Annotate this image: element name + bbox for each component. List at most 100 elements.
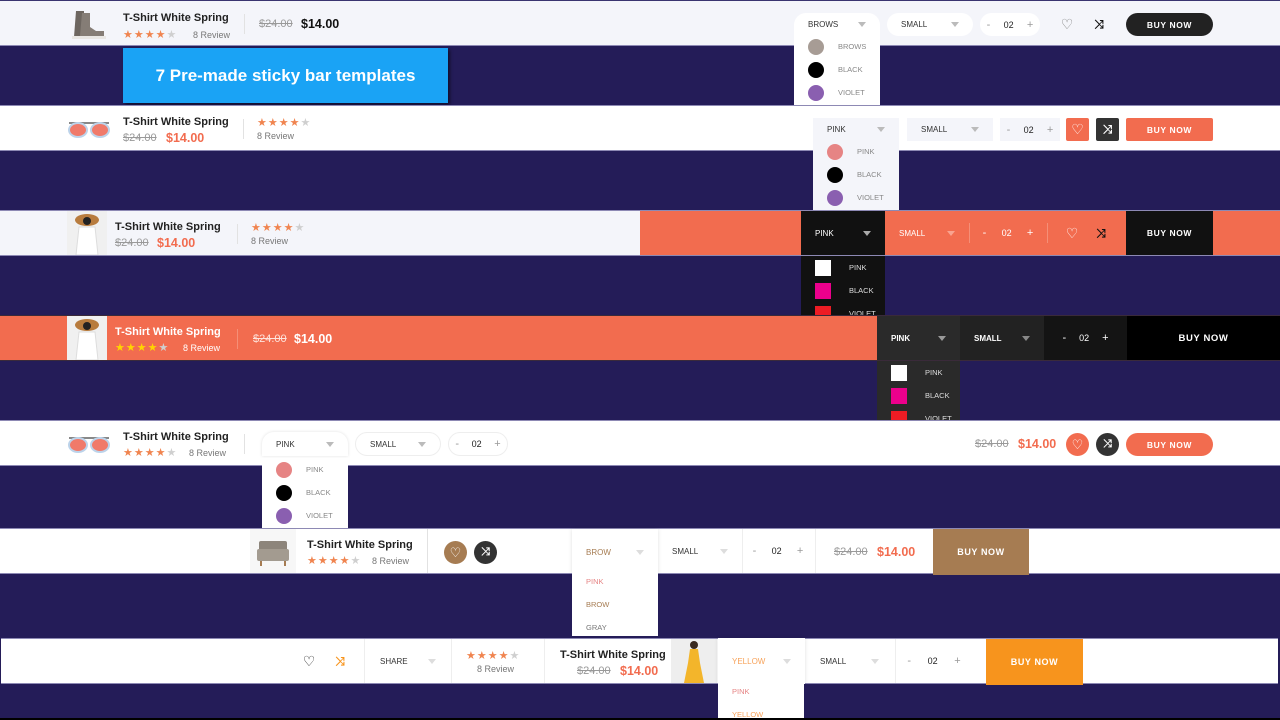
review-count[interactable]: 8 Review xyxy=(193,30,230,40)
minus-button[interactable]: - xyxy=(1062,332,1066,344)
minus-button[interactable]: - xyxy=(455,438,459,450)
color-select[interactable]: BROW xyxy=(572,529,658,575)
buy-now-button[interactable]: BUY NOW xyxy=(1126,211,1213,255)
share-select[interactable]: SHARE xyxy=(366,639,450,683)
compare-button[interactable]: ⤨ xyxy=(1090,15,1108,33)
product-title: T-Shirt White Spring xyxy=(115,221,221,233)
review-count[interactable]: 8 Review xyxy=(183,343,220,353)
sale-price: $14.00 xyxy=(294,332,333,346)
chevron-down-icon xyxy=(326,441,334,447)
color-option[interactable]: PINK xyxy=(813,140,899,163)
review-count[interactable]: 8 Review xyxy=(251,236,288,246)
color-dropdown-menu: BROWS BLACK VIOLET xyxy=(794,35,880,105)
compare-button[interactable]: ⤨ xyxy=(1091,223,1111,243)
buy-now-button[interactable]: BUY NOW xyxy=(1126,433,1213,456)
divider xyxy=(1047,223,1048,243)
compare-button[interactable]: ⤨ xyxy=(331,652,349,670)
minus-button[interactable]: - xyxy=(753,545,757,557)
color-option[interactable]: PINK xyxy=(572,570,658,593)
quantity-value[interactable]: 02 xyxy=(472,439,482,449)
wishlist-button[interactable]: ♡ xyxy=(1062,223,1082,243)
divider xyxy=(244,434,245,454)
review-count[interactable]: 8 Review xyxy=(189,448,226,458)
color-select[interactable]: PINK xyxy=(801,211,885,255)
color-select[interactable]: YELLOW xyxy=(718,638,805,684)
color-option[interactable]: PINK xyxy=(262,458,348,481)
review-count[interactable]: 8 Review xyxy=(372,556,409,566)
review-count[interactable]: 8 Review xyxy=(257,131,294,141)
product-thumbnail-armchair xyxy=(250,529,296,573)
chevron-down-icon xyxy=(871,658,879,664)
plus-button[interactable]: + xyxy=(494,438,500,450)
wishlist-button[interactable]: ♡ xyxy=(444,541,467,564)
size-select[interactable]: SMALL xyxy=(887,13,973,36)
plus-button[interactable]: + xyxy=(1027,19,1033,31)
color-option[interactable]: BROW xyxy=(572,593,658,616)
color-option[interactable]: VIOLET xyxy=(813,186,899,209)
size-select[interactable]: SMALL xyxy=(658,529,742,573)
plus-button[interactable]: + xyxy=(954,655,960,667)
plus-button[interactable]: + xyxy=(1027,227,1033,239)
compare-button[interactable]: ⤨ xyxy=(1096,433,1119,456)
quantity-value[interactable]: 02 xyxy=(772,546,782,556)
quantity-stepper[interactable]: - 02 + xyxy=(745,540,811,562)
plus-button[interactable]: + xyxy=(1102,332,1108,344)
quantity-stepper[interactable]: - 02 + xyxy=(899,650,969,672)
color-option[interactable]: VIOLET xyxy=(262,504,348,527)
size-select[interactable]: SMALL xyxy=(960,316,1044,360)
size-select[interactable]: SMALL xyxy=(885,211,969,255)
buy-now-button[interactable]: BUY NOW xyxy=(933,529,1029,575)
quantity-value[interactable]: 02 xyxy=(1024,125,1034,135)
buy-now-button[interactable]: BUY NOW xyxy=(1126,13,1213,36)
color-select[interactable]: PINK xyxy=(877,316,960,360)
rating-stars: ★★★★★ xyxy=(307,555,362,567)
quantity-stepper[interactable]: - 02 + xyxy=(980,13,1040,36)
compare-button[interactable]: ⤨ xyxy=(474,541,497,564)
minus-button[interactable]: - xyxy=(987,19,991,31)
chevron-down-icon xyxy=(877,127,885,132)
color-option[interactable]: BLACK xyxy=(877,384,960,407)
wishlist-button[interactable]: ♡ xyxy=(1066,118,1089,141)
color-select[interactable]: PINK xyxy=(262,432,348,456)
size-select[interactable]: SMALL xyxy=(355,432,441,456)
color-option[interactable]: BLACK xyxy=(801,279,885,302)
color-select[interactable]: PINK xyxy=(813,118,899,141)
plus-button[interactable]: + xyxy=(1047,124,1053,136)
color-select[interactable]: BROWS xyxy=(794,13,880,36)
color-option[interactable]: BLACK xyxy=(813,163,899,186)
buy-now-button[interactable]: BUY NOW xyxy=(1127,316,1280,360)
quantity-value[interactable]: 02 xyxy=(928,656,938,666)
quantity-value[interactable]: 02 xyxy=(1079,333,1089,343)
wishlist-button[interactable]: ♡ xyxy=(300,652,318,670)
color-option[interactable]: PINK xyxy=(801,256,885,279)
quantity-stepper[interactable]: - 02 + xyxy=(1000,118,1060,141)
wishlist-button[interactable]: ♡ xyxy=(1058,15,1076,33)
color-option[interactable]: PINK xyxy=(877,361,960,384)
wishlist-button[interactable]: ♡ xyxy=(1066,433,1089,456)
color-option[interactable]: BLACK xyxy=(794,58,880,81)
quantity-value[interactable]: 02 xyxy=(1002,228,1012,238)
color-option[interactable]: VIOLET xyxy=(794,81,880,104)
plus-button[interactable]: + xyxy=(797,545,803,557)
color-option[interactable]: PINK xyxy=(718,680,804,703)
buy-now-button[interactable]: BUY NOW xyxy=(986,639,1083,685)
compare-button[interactable]: ⤨ xyxy=(1096,118,1119,141)
chevron-down-icon xyxy=(951,22,959,27)
color-option[interactable]: GRAY xyxy=(572,616,658,639)
size-select[interactable]: SMALL xyxy=(907,118,993,141)
minus-button[interactable]: - xyxy=(907,655,911,667)
quantity-stepper[interactable]: - 02 + xyxy=(448,432,508,456)
quantity-value[interactable]: 02 xyxy=(1004,20,1014,30)
quantity-stepper[interactable]: - 02 + xyxy=(975,222,1041,244)
color-option[interactable]: BROWS xyxy=(794,35,880,58)
sticky-bar-6: T-Shirt White Spring ★★★★★ 8 Review ♡ ⤨ … xyxy=(0,528,1280,575)
review-count[interactable]: 8 Review xyxy=(477,664,514,674)
buy-now-button[interactable]: BUY NOW xyxy=(1126,118,1213,141)
sticky-bar-4: T-Shirt White Spring ★★★★★ 8 Review $24.… xyxy=(0,315,1280,361)
shuffle-icon: ⤨ xyxy=(481,546,490,558)
color-option[interactable]: BLACK xyxy=(262,481,348,504)
quantity-stepper[interactable]: - 02 + xyxy=(1044,316,1127,360)
minus-button[interactable]: - xyxy=(1007,124,1011,136)
size-select[interactable]: SMALL xyxy=(806,639,893,683)
minus-button[interactable]: - xyxy=(983,227,987,239)
